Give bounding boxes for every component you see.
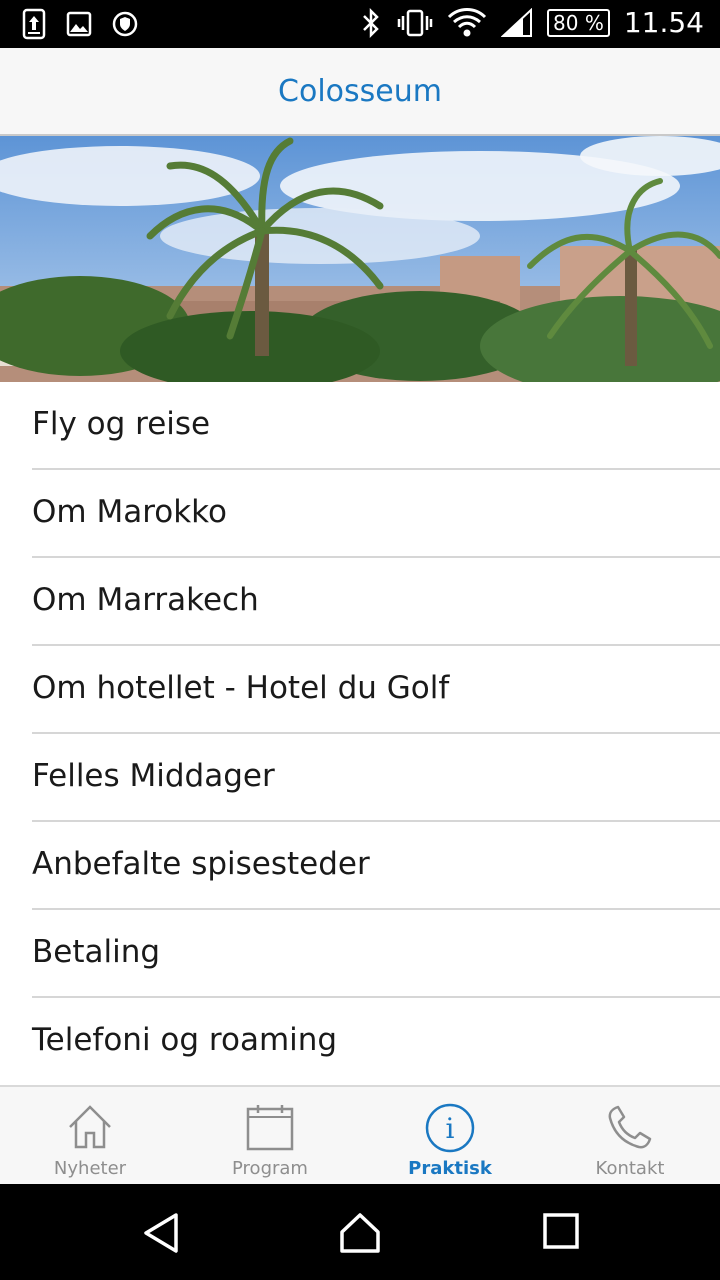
hero-image [0,136,720,382]
palm-garden-photo [0,136,720,382]
system-navigation-bar [0,1184,720,1280]
menu-item-label: Betaling [32,934,161,970]
phone-icon [608,1105,652,1149]
calendar-icon [246,1105,294,1151]
signal-icon [501,7,533,37]
menu-item-telefoni-og-roaming[interactable]: Telefoni og roaming [32,998,720,1086]
tab-program[interactable]: Program [180,1087,360,1186]
recent-apps-icon[interactable] [542,1212,580,1250]
bluetooth-icon [363,7,379,38]
wifi-icon [447,7,487,36]
menu-item-betaling[interactable]: Betaling [32,910,720,998]
menu-item-anbefalte-spisesteder[interactable]: Anbefalte spisesteder [32,822,720,910]
menu-item-label: Felles Middager [32,758,275,794]
tab-label: Program [232,1158,308,1179]
home-nav-icon[interactable] [339,1212,381,1254]
menu-item-felles-middager[interactable]: Felles Middager [32,734,720,822]
menu-item-fly-og-reise[interactable]: Fly og reise [32,382,720,470]
vibrate-icon [397,9,433,36]
menu-item-om-marrakech[interactable]: Om Marrakech [32,558,720,646]
battery-indicator: 80 % [547,8,610,37]
menu-item-label: Om Marrakech [32,582,259,618]
tab-praktisk[interactable]: i Praktisk [360,1087,540,1186]
menu-item-om-hotellet[interactable]: Om hotellet - Hotel du Golf [32,646,720,734]
menu-item-label: Fly og reise [32,406,211,442]
tab-label: Praktisk [408,1158,492,1179]
tab-label: Kontakt [595,1158,665,1179]
upload-notification-icon [22,8,46,40]
app-header: Colosseum [0,48,720,136]
info-icon: i [425,1103,475,1153]
svg-text:i: i [446,1112,455,1145]
tab-nyheter[interactable]: Nyheter [0,1087,180,1186]
home-icon [69,1105,111,1149]
tab-kontakt[interactable]: Kontakt [540,1087,720,1186]
menu-item-label: Telefoni og roaming [32,1022,338,1058]
tab-label: Nyheter [53,1158,127,1179]
image-notification-icon [66,11,92,37]
info-menu-list: Fly og reise Om Marokko Om Marrakech Om … [0,382,720,1086]
menu-item-label: Anbefalte spisesteder [32,846,370,882]
back-icon[interactable] [142,1212,180,1254]
bottom-tab-bar: Nyheter Program i Praktisk Kontakt [0,1085,720,1186]
page-title: Colosseum [278,74,442,109]
clock: 11.54 [623,6,704,39]
menu-item-label: Om Marokko [32,494,227,530]
menu-item-om-marokko[interactable]: Om Marokko [32,470,720,558]
menu-item-label: Om hotellet - Hotel du Golf [32,670,450,706]
shield-notification-icon [112,11,138,37]
status-bar: 80 % 11.54 [0,0,720,48]
